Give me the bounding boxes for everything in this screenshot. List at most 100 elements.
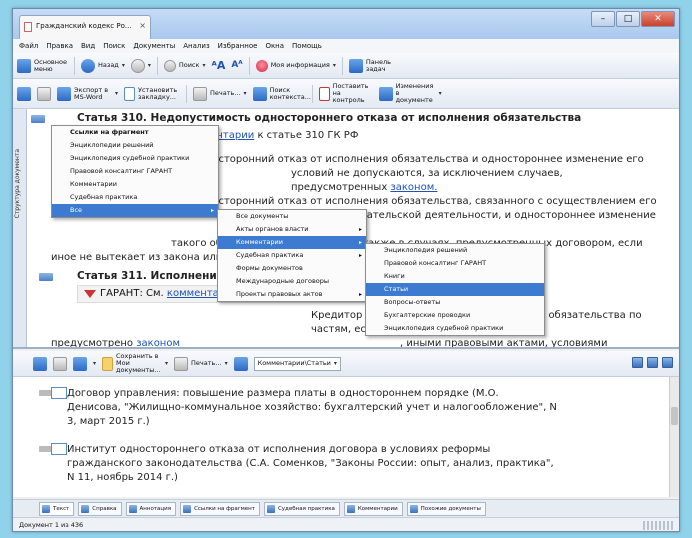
context-search-button[interactable]: Поиск контекста... (252, 86, 311, 101)
menu-item-court-practice-encyclopedia[interactable]: Энциклопедия судебной практики (52, 152, 218, 165)
chevron-down-icon: ▾ (115, 90, 119, 97)
filter-select[interactable]: Комментарии\Статьи ▾ (253, 356, 341, 371)
menu-item-all-documents[interactable]: Все документы (218, 210, 366, 223)
font-larger-button[interactable]: ᴬA (211, 60, 225, 71)
maximize-button[interactable]: □ (616, 11, 640, 27)
save-icon[interactable] (17, 86, 31, 101)
document-changes-button[interactable]: Изменения в документе ▾ (378, 83, 442, 104)
tab-text[interactable]: Текст (39, 501, 75, 516)
list-item-line: Денисова, "Жилищно-коммунальное хозяйств… (67, 402, 557, 413)
close-button[interactable]: ✕ (641, 11, 675, 27)
pane-restore-icon[interactable] (647, 357, 658, 368)
separator (74, 56, 75, 75)
chevron-down-icon[interactable]: ▾ (93, 360, 96, 367)
list-item[interactable]: Институт одностороннего отказа от исполн… (39, 443, 653, 485)
list-item-line: 3, март 2015 г.) (67, 416, 150, 427)
p2-line-text: , иными правовыми актами, условиями обяз… (400, 338, 608, 349)
mail-icon[interactable] (37, 86, 51, 101)
font-smaller-button[interactable]: Aᴬ (231, 61, 242, 70)
menu-search[interactable]: Поиск (103, 39, 125, 53)
main-menu-button[interactable]: Основное меню (17, 57, 68, 73)
comments-sub-label: Комментарии (236, 238, 283, 246)
minimize-button[interactable]: – (591, 11, 615, 27)
back-button[interactable]: Назад ▾ (81, 58, 125, 73)
chevron-right-icon: ▸ (210, 207, 214, 214)
chevron-down-icon: ▾ (165, 360, 169, 367)
tab-similar-documents[interactable]: Похожие документы (406, 501, 486, 516)
menu-item-questions-answers[interactable]: Вопросы-ответы (366, 296, 544, 309)
document-tab[interactable]: Гражданский кодекс Ро... × (19, 15, 151, 39)
word-icon[interactable] (73, 356, 87, 371)
bookmark-button[interactable]: Установить закладку... (124, 86, 180, 101)
pane-expand-icon[interactable] (632, 357, 643, 368)
menu-item-solutions-encyclopedia-2[interactable]: Энциклопедия решений (366, 244, 544, 257)
menu-item-legal-consulting[interactable]: Правовой консалтинг ГАРАНТ (52, 165, 218, 178)
menu-item-fragment-links[interactable]: Ссылки на фрагмент (52, 126, 218, 139)
my-info-button[interactable]: Моя информация ▾ (255, 59, 336, 72)
chevron-down-icon: ▾ (438, 90, 442, 97)
menu-item-comments[interactable]: Комментарии (52, 178, 218, 191)
menu-favorites[interactable]: Избранное (218, 39, 258, 53)
tab-info[interactable]: Справка (78, 501, 122, 516)
menu-item-document-forms[interactable]: Формы документов (218, 262, 366, 275)
menu-edit[interactable]: Правка (46, 39, 73, 53)
garant-comment-line: комментарии к статье 310 ГК РФ (183, 129, 679, 143)
back-label: Назад (98, 61, 119, 69)
list-item[interactable]: Договор управления: повышение размера пл… (39, 387, 653, 429)
lower-print-button[interactable]: Печать... ▾ (174, 356, 228, 371)
menu-documents[interactable]: Документы (133, 39, 175, 53)
law-link[interactable]: законом. (390, 182, 437, 193)
article-311-text: Кредитор вправе не принимать исполнения … (51, 309, 661, 349)
article-link-icon[interactable] (39, 273, 53, 281)
menu-item-comments-sub[interactable]: Комментарии ▸ (218, 236, 366, 249)
tab-court-practice[interactable]: Судебная практика (263, 501, 340, 516)
resize-grip-icon[interactable] (643, 521, 673, 530)
document-structure-tab[interactable]: Структура документа (13, 109, 27, 347)
menu-item-articles[interactable]: Статьи (366, 283, 544, 296)
task-panel-button[interactable]: Панель задач (348, 58, 396, 73)
menu-item-draft-acts[interactable]: Проекты правовых актов ▸ (218, 288, 366, 301)
menu-item-court-practice-sub[interactable]: Судебная практика ▸ (218, 249, 366, 262)
main-menu-label: Основное меню (34, 57, 67, 73)
export-word-label: Экспорт в MS-Word (74, 85, 109, 101)
scrollbar-thumb[interactable] (671, 407, 678, 425)
menu-item-books[interactable]: Книги (366, 270, 544, 283)
pane-close-icon[interactable] (662, 357, 673, 368)
tab-annotation[interactable]: Аннотация (125, 501, 177, 516)
menu-item-court-practice-encyclopedia-2[interactable]: Энциклопедия судебной практики (366, 322, 544, 335)
mail-icon[interactable] (53, 356, 67, 371)
menu-item-legal-consulting-2[interactable]: Правовой консалтинг ГАРАНТ (366, 257, 544, 270)
menu-item-international-treaties[interactable]: Международные договоры (218, 275, 366, 288)
menu-item-accounting-entries[interactable]: Бухгалтерские проводки (366, 309, 544, 322)
menu-help[interactable]: Помощь (292, 39, 322, 53)
save-to-my-documents-button[interactable]: Сохранить в Мои документы... ▾ (102, 353, 168, 374)
chevron-down-icon: ▾ (202, 62, 206, 69)
list-item-line: гражданского законодательства (С.А. Соме… (67, 458, 554, 469)
export-word-button[interactable]: Экспорт в MS-Word ▾ (57, 85, 119, 101)
menu-item-all[interactable]: Все ▸ (52, 204, 218, 217)
status-bar: Документ 1 из 436 (13, 517, 679, 531)
document-toolbar: Экспорт в MS-Word ▾ Установить закладку.… (13, 79, 679, 109)
menu-windows[interactable]: Окна (265, 39, 284, 53)
law-link-2[interactable]: законом (136, 338, 180, 347)
put-on-control-button[interactable]: Поставить на контроль (318, 83, 373, 104)
menu-view[interactable]: Вид (81, 39, 95, 53)
tab-close-icon[interactable]: × (139, 21, 146, 30)
menu-item-solutions-encyclopedia[interactable]: Энциклопедии решений (52, 139, 218, 152)
article-310-title: Статья 310. Недопустимость одностороннег… (77, 112, 582, 124)
vertical-scrollbar[interactable] (669, 377, 679, 497)
forward-button[interactable]: ▾ (130, 58, 151, 73)
p2-line-text: предусмотрено (51, 338, 134, 349)
menu-file[interactable]: Файл (19, 39, 38, 53)
save-icon[interactable] (33, 356, 47, 371)
tab-fragment-links[interactable]: Ссылки на фрагмент (180, 501, 260, 516)
article-link-icon[interactable] (31, 115, 45, 123)
print-button[interactable]: Печать... ▾ (193, 86, 247, 101)
tab-comments[interactable]: Комментарии (343, 501, 403, 516)
filter-icon[interactable] (233, 356, 248, 371)
search-button[interactable]: Поиск ▾ (163, 59, 206, 72)
menu-item-court-practice[interactable]: Судебная практика (52, 191, 218, 204)
menu-analysis[interactable]: Анализ (183, 39, 209, 53)
menu-item-authority-acts[interactable]: Акты органов власти ▸ (218, 223, 366, 236)
printer-icon (193, 86, 208, 101)
